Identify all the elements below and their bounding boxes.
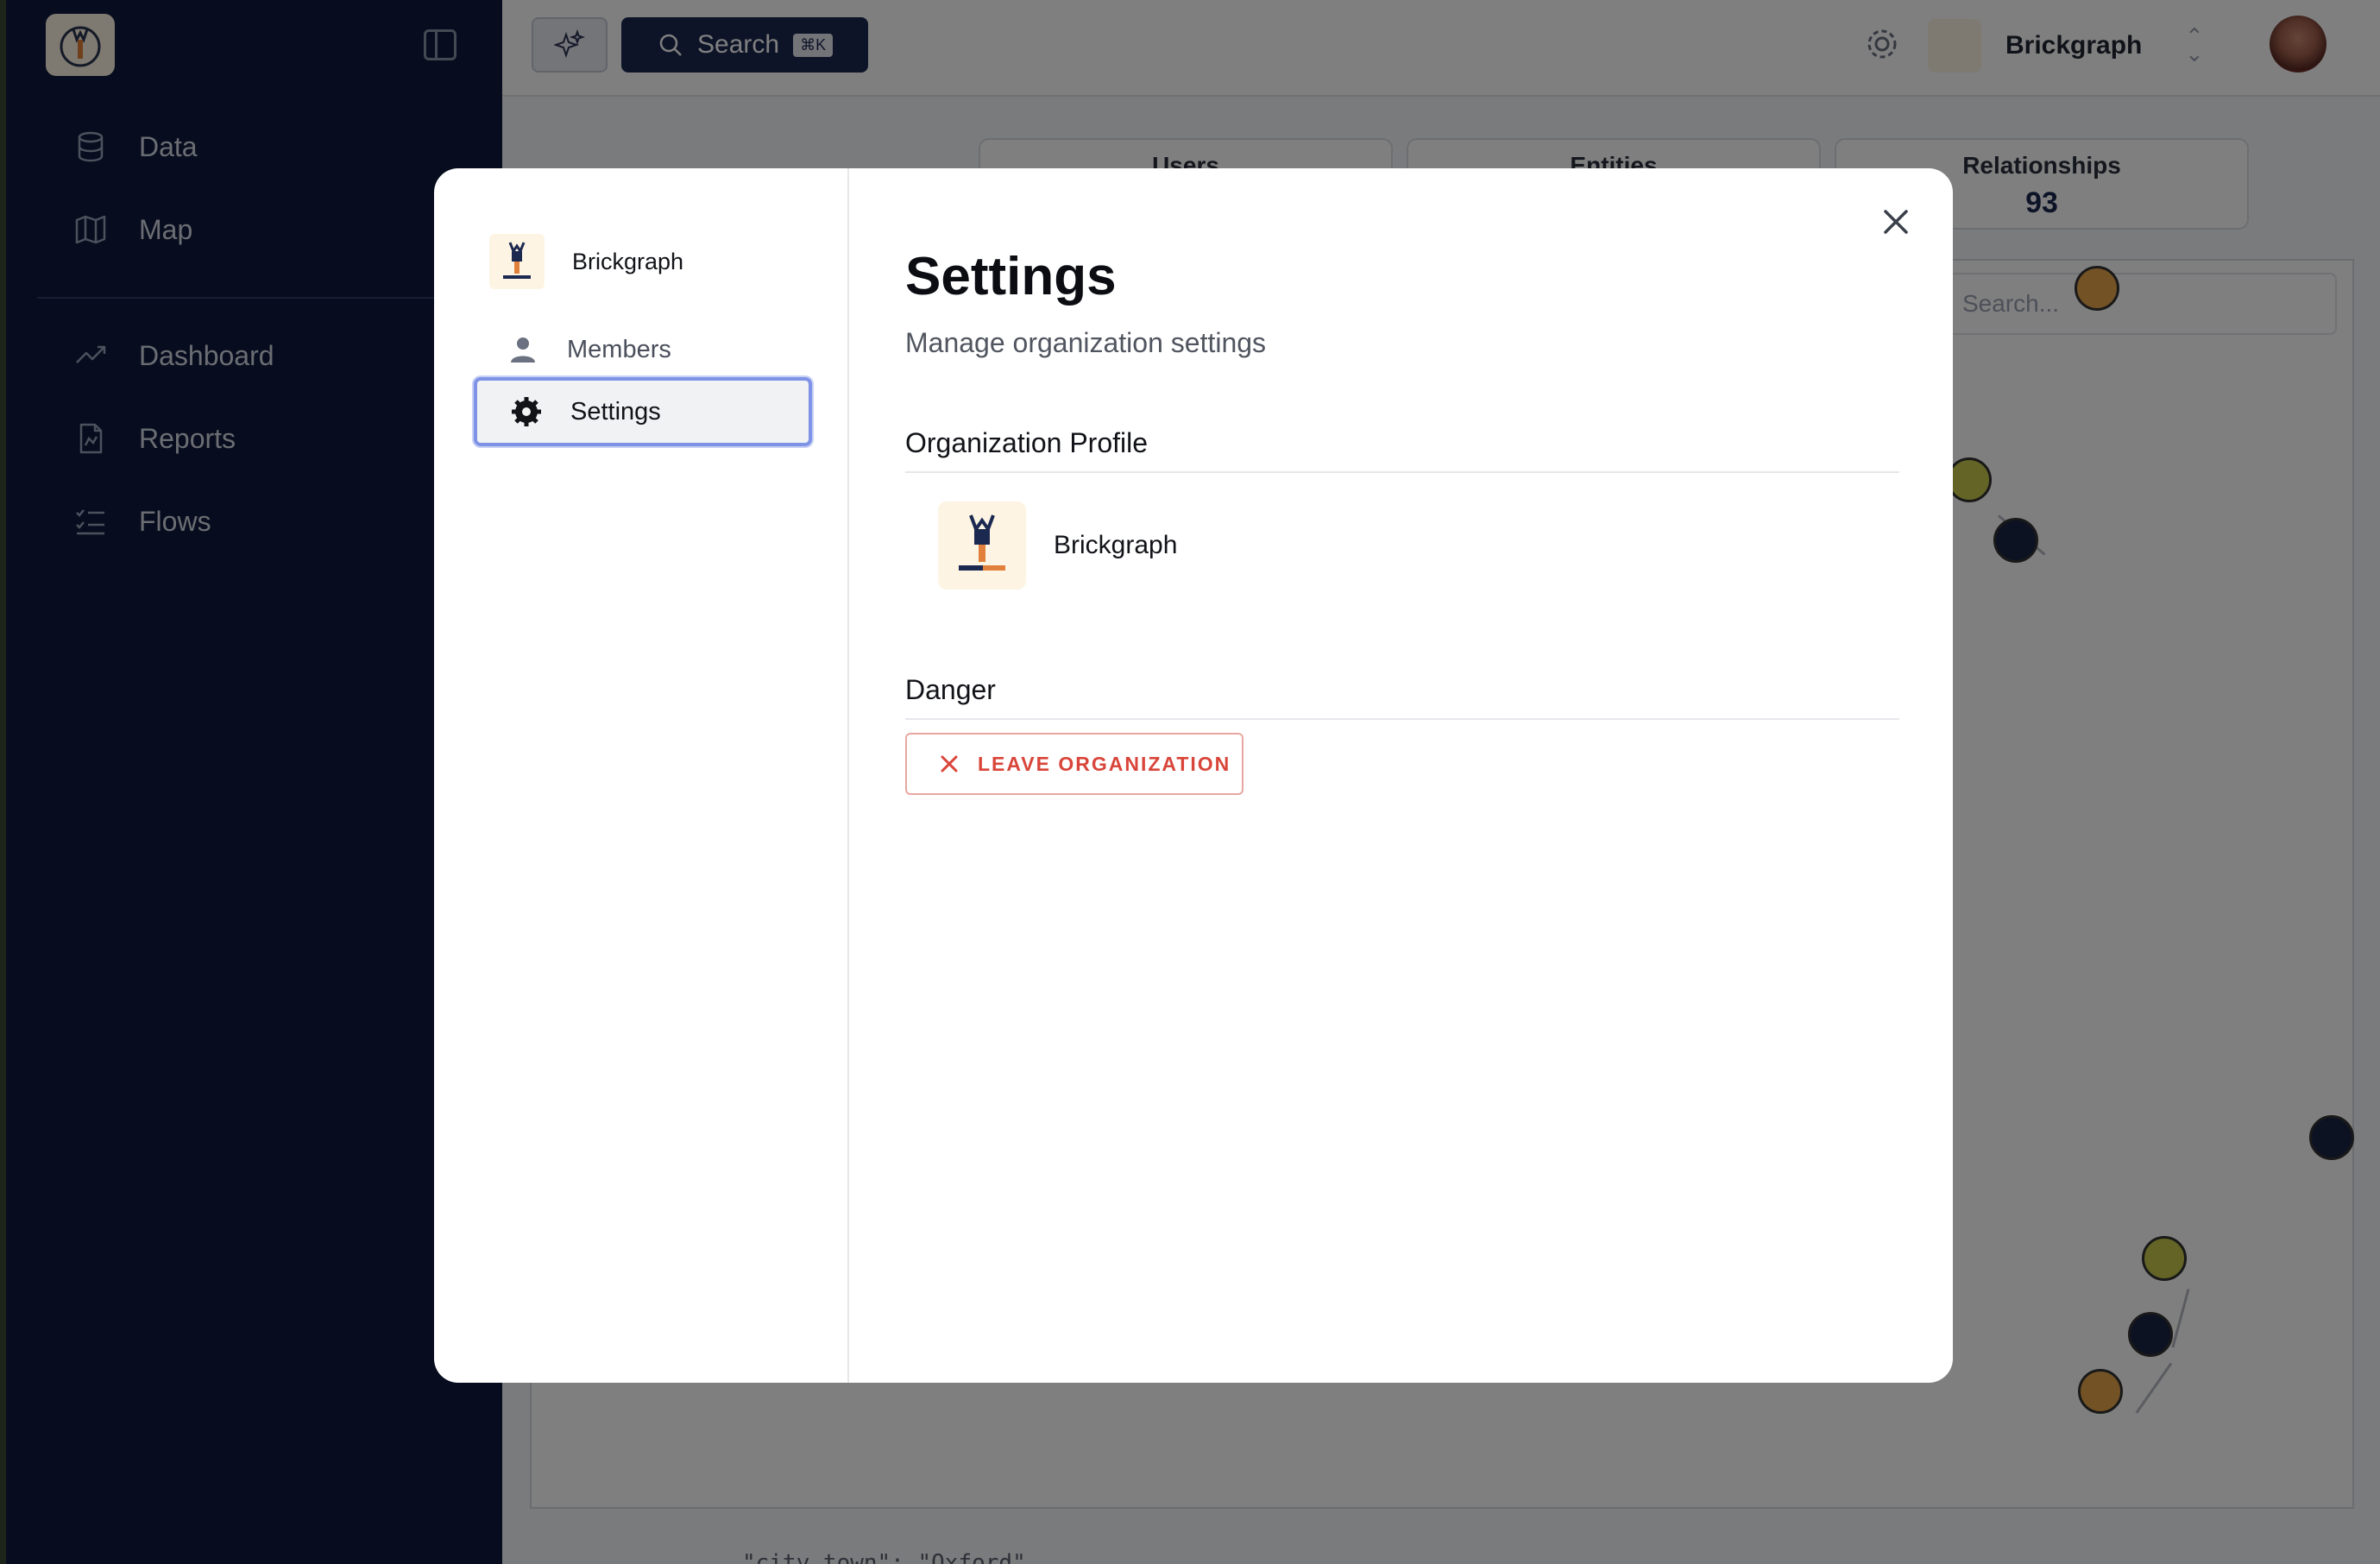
modal-title: Settings [905, 247, 1117, 306]
leave-button-label: LEAVE ORGANIZATION [978, 752, 1231, 775]
leave-organization-button[interactable]: LEAVE ORGANIZATION [905, 733, 1244, 795]
x-icon [941, 755, 958, 773]
modal-org-header: Brickgraph [489, 234, 683, 289]
modal-subtitle: Manage organization settings [905, 327, 1267, 358]
org-profile-logo[interactable] [938, 501, 1026, 590]
org-profile-name: Brickgraph [1054, 531, 1178, 559]
close-icon[interactable] [1879, 205, 1913, 239]
person-icon [511, 337, 535, 363]
nav-label: Settings [570, 397, 661, 426]
modal-nav-settings[interactable]: Settings [474, 377, 812, 446]
nav-label: Members [567, 335, 671, 363]
modal-sidebar: Brickgraph Members Settings [434, 168, 849, 1383]
org-logo [489, 234, 545, 289]
org-profile-row: Brickgraph [938, 501, 1177, 590]
gear-icon [512, 397, 541, 426]
modal-nav-members[interactable]: Members [474, 315, 812, 384]
section-heading-danger: Danger [905, 674, 1899, 720]
modal-org-name: Brickgraph [572, 248, 684, 274]
section-heading-profile: Organization Profile [905, 427, 1899, 473]
settings-modal: Brickgraph Members Settings Settings Man… [434, 168, 1953, 1383]
